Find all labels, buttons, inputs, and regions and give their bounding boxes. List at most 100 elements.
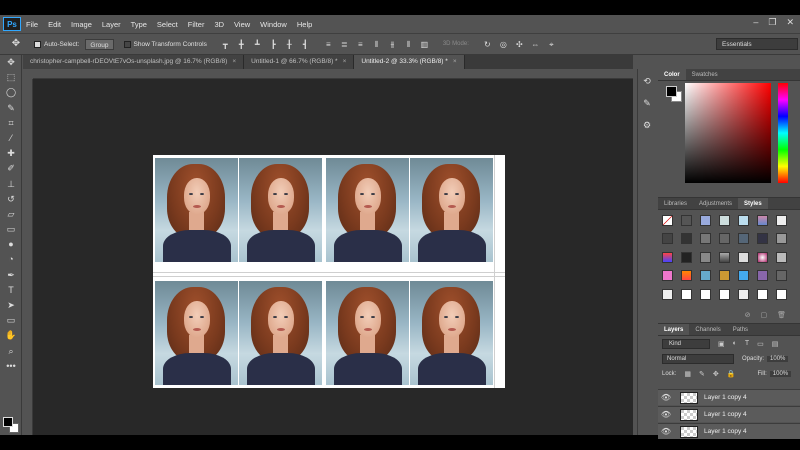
style-swatch[interactable] — [757, 251, 768, 263]
lock-pixels-icon[interactable]: ✎ — [699, 370, 705, 378]
move-tool-icon[interactable]: ✥ — [0, 55, 22, 70]
opacity-input[interactable]: 100% — [767, 355, 789, 362]
style-swatch[interactable] — [700, 233, 711, 245]
move-tool-icon[interactable]: ✥ — [8, 37, 24, 51]
horizontal-ruler[interactable] — [33, 69, 633, 79]
visibility-eye-icon[interactable]: 👁 — [658, 427, 674, 436]
3d-scale-icon[interactable]: ⌖ — [547, 40, 556, 49]
style-swatch[interactable] — [681, 270, 692, 282]
brush-panel-icon[interactable]: ✎ — [639, 95, 655, 111]
filter-shape-icon[interactable]: ▭ — [757, 340, 764, 348]
close-icon[interactable]: × — [453, 58, 457, 65]
healing-tool-icon[interactable]: ✚ — [0, 146, 22, 161]
layer-row[interactable]: 👁 Layer 1 copy 4 — [658, 406, 800, 422]
tab-channels[interactable]: Channels — [689, 324, 726, 335]
style-swatch[interactable] — [700, 270, 711, 282]
tab-swatches[interactable]: Swatches — [686, 69, 724, 80]
tab-adjustments[interactable]: Adjustments — [693, 198, 738, 209]
close-icon[interactable]: × — [232, 58, 236, 65]
3d-slide-icon[interactable]: ⇔ — [531, 40, 540, 49]
style-swatch[interactable] — [757, 288, 768, 300]
tab-paths[interactable]: Paths — [727, 324, 754, 335]
foreground-color-chip[interactable] — [666, 86, 677, 97]
doc-tab-3[interactable]: Untitled-2 @ 33.3% (RGB/8) * × — [354, 55, 465, 69]
distribute-right-icon[interactable]: ⫴ — [404, 40, 413, 49]
lock-transparent-icon[interactable]: ▦ — [684, 370, 691, 378]
style-swatch[interactable] — [719, 270, 730, 282]
crop-tool-icon[interactable]: ⌗ — [0, 116, 22, 131]
visibility-eye-icon[interactable]: 👁 — [658, 410, 674, 419]
align-left-icon[interactable]: ┣ — [269, 40, 278, 49]
lock-position-icon[interactable]: ✥ — [713, 370, 719, 378]
auto-select-checkbox[interactable] — [34, 40, 41, 48]
align-hcenter-icon[interactable]: ╂ — [285, 40, 294, 49]
show-transform-checkbox[interactable] — [123, 40, 131, 48]
menu-edit[interactable]: Edit — [43, 20, 66, 29]
history-panel-icon[interactable]: ⟲ — [639, 73, 655, 89]
filter-adjust-icon[interactable]: ◐ — [733, 340, 737, 347]
style-swatch[interactable] — [738, 215, 749, 226]
gradient-tool-icon[interactable]: ▭ — [0, 222, 22, 237]
menu-layer[interactable]: Layer — [97, 20, 126, 29]
zoom-tool-icon[interactable]: ⌕ — [0, 344, 22, 359]
dodge-tool-icon[interactable]: ◔ — [0, 252, 22, 267]
menu-help[interactable]: Help — [292, 20, 317, 29]
style-swatch[interactable] — [700, 251, 711, 263]
eraser-tool-icon[interactable]: ▱ — [0, 207, 22, 222]
close-icon[interactable]: × — [343, 58, 347, 65]
style-swatch[interactable] — [662, 215, 673, 226]
properties-panel-icon[interactable]: ⚙ — [639, 117, 655, 133]
distribute-top-icon[interactable]: ≡ — [324, 40, 333, 49]
align-vcenter-icon[interactable]: ╋ — [237, 40, 246, 49]
layer-row[interactable]: 👁 Layer 1 copy 4 — [658, 423, 800, 439]
close-button[interactable]: ✕ — [786, 17, 794, 28]
menu-view[interactable]: View — [229, 20, 255, 29]
menu-image[interactable]: Image — [66, 20, 97, 29]
lock-all-icon[interactable]: 🔒 — [727, 370, 736, 378]
style-swatch[interactable] — [738, 251, 749, 263]
style-swatch[interactable] — [757, 233, 768, 245]
style-swatch[interactable] — [681, 288, 692, 300]
canvas[interactable] — [153, 155, 505, 388]
minimize-button[interactable]: – — [753, 17, 758, 28]
fill-input[interactable]: 100% — [769, 370, 792, 377]
blend-mode-dropdown[interactable]: Normal — [662, 353, 734, 364]
hue-slider[interactable] — [778, 83, 788, 183]
blur-tool-icon[interactable]: ● — [0, 237, 22, 252]
style-swatch[interactable] — [662, 251, 673, 263]
lasso-tool-icon[interactable]: ◯ — [0, 85, 22, 100]
style-swatch[interactable] — [700, 288, 711, 300]
new-style-icon[interactable]: ▢ — [760, 311, 767, 319]
auto-select-dropdown[interactable]: Group — [85, 38, 114, 50]
style-swatch[interactable] — [719, 288, 730, 300]
tab-styles[interactable]: Styles — [738, 198, 768, 209]
style-swatch[interactable] — [719, 233, 730, 245]
history-brush-icon[interactable]: ↺ — [0, 192, 22, 207]
style-swatch[interactable] — [700, 215, 711, 226]
style-swatch[interactable] — [719, 251, 730, 263]
tab-layers[interactable]: Layers — [658, 324, 690, 335]
style-swatch[interactable] — [738, 270, 749, 282]
style-swatch[interactable] — [757, 215, 768, 226]
hand-tool-icon[interactable]: ✋ — [0, 328, 22, 343]
visibility-eye-icon[interactable]: 👁 — [658, 393, 674, 402]
doc-tab-1[interactable]: christopher-campbell-rDEOVtE7vOs-unsplas… — [23, 55, 245, 69]
filter-pixel-icon[interactable]: ▣ — [718, 340, 725, 348]
quick-select-tool-icon[interactable]: ✎ — [0, 101, 22, 116]
kind-filter-dropdown[interactable]: Kind — [662, 338, 710, 349]
style-swatch[interactable] — [662, 288, 673, 300]
marquee-tool-icon[interactable]: ⬚ — [0, 70, 22, 85]
doc-tab-2[interactable]: Untitled-1 @ 66.7% (RGB/8) * × — [244, 55, 355, 69]
stamp-tool-icon[interactable]: ⊥ — [0, 177, 22, 192]
delete-style-icon[interactable]: 🗑 — [777, 311, 786, 319]
menu-3d[interactable]: 3D — [209, 20, 229, 29]
type-tool-icon[interactable]: T — [0, 283, 22, 298]
style-swatch[interactable] — [776, 215, 787, 226]
align-bottom-icon[interactable]: ┻ — [253, 40, 262, 49]
path-select-icon[interactable]: ➤ — [0, 298, 22, 313]
tab-libraries[interactable]: Libraries — [658, 198, 693, 209]
layer-row[interactable]: 👁 Layer 1 copy 4 — [658, 389, 800, 405]
auto-align-icon[interactable]: ▥ — [420, 40, 429, 49]
filter-type-icon[interactable]: T — [745, 340, 749, 347]
3d-drag-icon[interactable]: ✣ — [515, 40, 524, 49]
